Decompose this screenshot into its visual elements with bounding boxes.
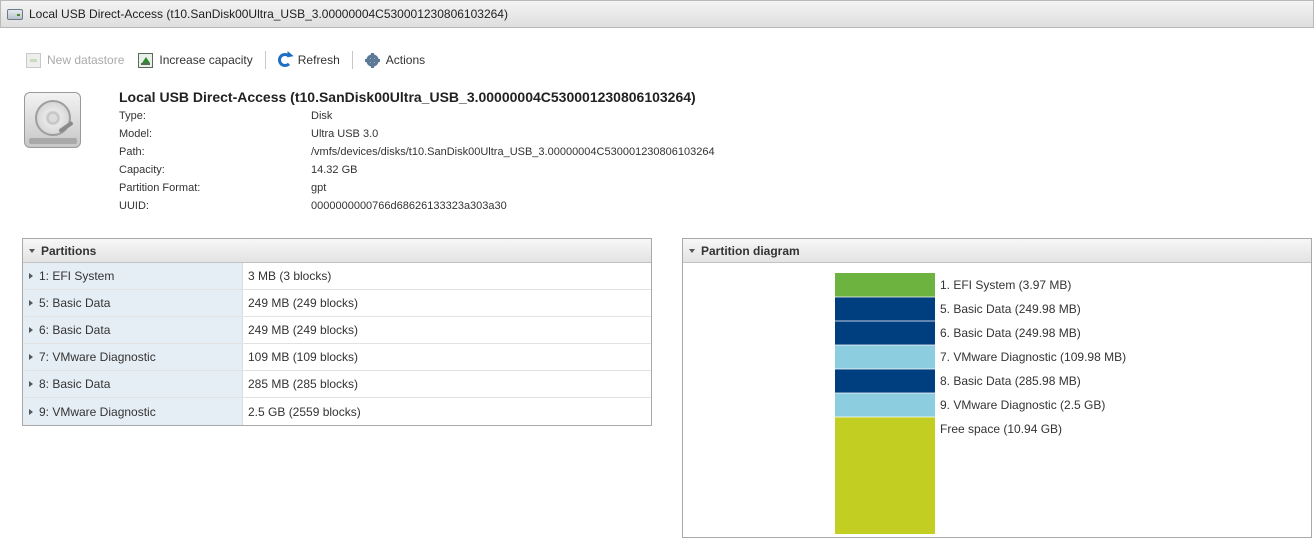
new-datastore-label: New datastore xyxy=(47,53,125,67)
partitions-panel-header[interactable]: Partitions xyxy=(23,239,651,263)
partition-segment-label: 8. Basic Data (285.98 MB) xyxy=(940,374,1081,388)
expand-triangle-icon[interactable] xyxy=(29,273,33,279)
partition-segment-label: 5. Basic Data (249.98 MB) xyxy=(940,302,1081,316)
partition-size: 2.5 GB (2559 blocks) xyxy=(248,404,361,419)
partition-segment xyxy=(835,345,935,369)
property-value: 0000000000766d68626133323a303a30 xyxy=(311,200,507,212)
new-datastore-button[interactable]: New datastore xyxy=(26,52,130,68)
property-capacity: Capacity: 14.32 GB xyxy=(119,164,715,182)
partition-row[interactable]: 6: Basic Data 249 MB (249 blocks) xyxy=(23,317,651,344)
partition-segment xyxy=(835,417,935,534)
collapse-triangle-icon xyxy=(689,248,695,253)
usb-disk-icon xyxy=(7,8,23,21)
partitions-panel: Partitions 1: EFI System 3 MB (3 blocks)… xyxy=(22,238,652,426)
partition-segment-label: 1. EFI System (3.97 MB) xyxy=(940,278,1071,292)
partition-name: 7: VMware Diagnostic xyxy=(39,350,156,364)
device-properties: Type: Disk Model: Ultra USB 3.0 Path: /v… xyxy=(119,110,715,218)
partition-name: 8: Basic Data xyxy=(39,377,111,391)
partition-name: 6: Basic Data xyxy=(39,323,111,337)
partition-segment-label: 7. VMware Diagnostic (109.98 MB) xyxy=(940,350,1126,364)
property-label: UUID: xyxy=(119,200,149,212)
partition-size: 249 MB (249 blocks) xyxy=(248,296,359,310)
property-label: Path: xyxy=(119,146,145,158)
partition-size: 3 MB (3 blocks) xyxy=(248,269,332,283)
property-value: /vmfs/devices/disks/t10.SanDisk00Ultra_U… xyxy=(311,146,715,158)
expand-triangle-icon[interactable] xyxy=(29,327,33,333)
toolbar: New datastore Increase capacity Refresh … xyxy=(26,50,431,70)
partition-size: 285 MB (285 blocks) xyxy=(248,377,359,391)
partition-segment-label: Free space (10.94 GB) xyxy=(940,422,1062,436)
partition-segment xyxy=(835,369,935,393)
property-label: Type: xyxy=(119,110,146,122)
partition-name: 5: Basic Data xyxy=(39,296,111,310)
partition-size: 249 MB (249 blocks) xyxy=(248,323,359,337)
toolbar-separator xyxy=(351,51,353,69)
expand-triangle-icon[interactable] xyxy=(29,300,33,306)
expand-triangle-icon[interactable] xyxy=(29,381,33,387)
partition-segment-label: 6. Basic Data (249.98 MB) xyxy=(940,326,1081,340)
actions-button[interactable]: Actions xyxy=(364,52,431,68)
property-type: Type: Disk xyxy=(119,110,715,128)
expand-triangle-icon[interactable] xyxy=(29,408,33,415)
partition-row[interactable]: 1: EFI System 3 MB (3 blocks) xyxy=(23,263,651,290)
increase-capacity-label: Increase capacity xyxy=(159,53,253,67)
partition-name: 1: EFI System xyxy=(39,269,115,283)
property-value: Ultra USB 3.0 xyxy=(311,128,379,140)
partition-diagram-title: Partition diagram xyxy=(701,243,800,258)
partition-row[interactable]: 5: Basic Data 249 MB (249 blocks) xyxy=(23,290,651,317)
refresh-label: Refresh xyxy=(297,53,340,67)
property-label: Partition Format: xyxy=(119,182,201,194)
partitions-panel-title: Partitions xyxy=(41,243,97,258)
toolbar-separator xyxy=(264,51,266,69)
property-partition-format: Partition Format: gpt xyxy=(119,182,715,200)
increase-capacity-icon xyxy=(138,52,154,68)
new-datastore-icon xyxy=(26,52,41,68)
property-path: Path: /vmfs/devices/disks/t10.SanDisk00U… xyxy=(119,146,715,164)
partition-segment xyxy=(835,273,935,297)
expand-triangle-icon[interactable] xyxy=(29,354,33,360)
property-label: Capacity: xyxy=(119,164,165,176)
property-value: gpt xyxy=(311,182,327,194)
property-value: Disk xyxy=(311,110,333,122)
partition-diagram-header[interactable]: Partition diagram xyxy=(683,239,1311,263)
partition-diagram-panel: Partition diagram 1. EFI System (3.97 MB… xyxy=(682,238,1312,538)
window-title: Local USB Direct-Access (t10.SanDisk00Ul… xyxy=(29,7,508,21)
partition-diagram: 1. EFI System (3.97 MB) 5. Basic Data (24… xyxy=(835,273,1126,534)
partition-segment-label: 9. VMware Diagnostic (2.5 GB) xyxy=(940,398,1105,412)
property-value: 14.32 GB xyxy=(311,164,358,176)
partition-segment xyxy=(835,321,935,345)
device-title: Local USB Direct-Access (t10.SanDisk00Ul… xyxy=(119,89,696,105)
window-titlebar: Local USB Direct-Access (t10.SanDisk00Ul… xyxy=(0,0,1314,28)
refresh-icon xyxy=(277,53,292,67)
actions-label: Actions xyxy=(385,53,426,67)
property-label: Model: xyxy=(119,128,153,140)
partition-name: 9: VMware Diagnostic xyxy=(39,404,156,419)
partition-row[interactable]: 8: Basic Data 285 MB (285 blocks) xyxy=(23,371,651,398)
partition-row[interactable]: 7: VMware Diagnostic 109 MB (109 blocks) xyxy=(23,344,651,371)
property-uuid: UUID: 0000000000766d68626133323a303a30 xyxy=(119,200,715,218)
refresh-button[interactable]: Refresh xyxy=(277,53,346,67)
partition-segment xyxy=(835,297,935,321)
partition-size: 109 MB (109 blocks) xyxy=(248,350,359,364)
gear-icon xyxy=(364,52,380,68)
collapse-triangle-icon xyxy=(29,248,35,253)
increase-capacity-button[interactable]: Increase capacity xyxy=(138,52,258,68)
partition-segment xyxy=(835,393,935,417)
hard-disk-icon xyxy=(24,92,81,148)
partition-row[interactable]: 9: VMware Diagnostic 2.5 GB (2559 blocks… xyxy=(23,398,651,425)
property-model: Model: Ultra USB 3.0 xyxy=(119,128,715,146)
